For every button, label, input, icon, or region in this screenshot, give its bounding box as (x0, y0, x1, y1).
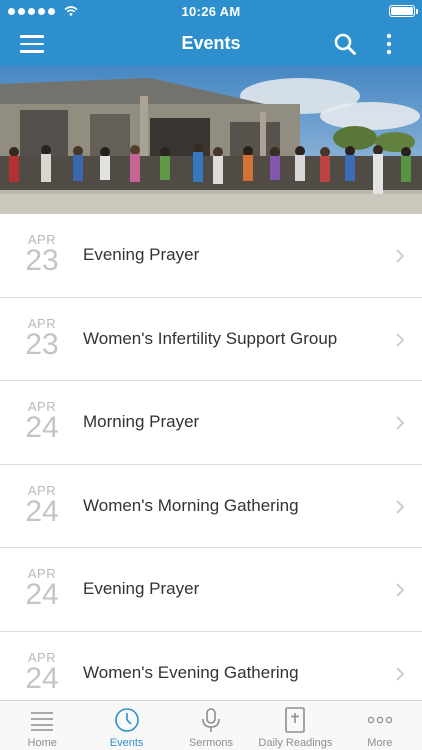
events-list: APR 23 Evening Prayer APR 23 Women's Inf… (0, 214, 422, 700)
tab-label: Daily Readings (258, 737, 333, 749)
clock-icon (114, 708, 139, 732)
event-name: Evening Prayer (83, 579, 200, 598)
event-row[interactable]: APR 23 Evening Prayer (0, 214, 422, 298)
app-header: 10:26 AM Events (0, 0, 422, 66)
status-time: 10:26 AM (181, 4, 241, 19)
tab-bar: Home Events Sermons Daily Readings More (0, 700, 422, 750)
chevron-right-icon (396, 666, 405, 681)
tab-label: More (367, 737, 393, 749)
event-row[interactable]: APR 23 Women's Infertility Support Group (0, 298, 422, 381)
hero-image (0, 66, 422, 214)
event-name: Women's Infertility Support Group (83, 328, 338, 348)
page-title: Events (181, 33, 241, 53)
event-day: 24 (25, 494, 59, 528)
tab-label: Home (27, 737, 57, 749)
event-day: 24 (25, 661, 59, 695)
ellipsis-icon (367, 716, 393, 724)
event-name: Women's Evening Gathering (83, 662, 299, 682)
tab-events[interactable]: Events (84, 701, 168, 750)
tab-home[interactable]: Home (0, 701, 84, 750)
overflow-menu-icon[interactable] (382, 32, 396, 56)
event-name: Women's Morning Gathering (83, 495, 299, 515)
chevron-right-icon (396, 499, 405, 514)
chevron-right-icon (396, 583, 405, 597)
tab-sermons[interactable]: Sermons (169, 701, 253, 750)
tab-label: Events (109, 737, 144, 749)
chevron-right-icon (396, 249, 405, 263)
chevron-right-icon (396, 332, 405, 347)
chevron-right-icon (396, 416, 405, 430)
navigation-bar: Events (0, 22, 422, 66)
tab-label: Sermons (189, 737, 234, 749)
event-day: 24 (25, 411, 59, 444)
church-crowd-photo (0, 66, 422, 214)
event-row[interactable]: APR 24 Women's Evening Gathering (0, 632, 422, 701)
list-icon (31, 712, 54, 731)
event-name: Morning Prayer (83, 412, 200, 431)
tab-more[interactable]: More (338, 701, 422, 750)
event-row[interactable]: APR 24 Women's Morning Gathering (0, 465, 422, 548)
event-row[interactable]: APR 24 Morning Prayer (0, 381, 422, 465)
event-name: Evening Prayer (83, 245, 200, 264)
event-day: 23 (25, 327, 59, 361)
event-row[interactable]: APR 24 Evening Prayer (0, 548, 422, 632)
event-day: 24 (25, 578, 59, 611)
search-icon[interactable] (333, 32, 357, 56)
battery-icon (389, 5, 418, 17)
event-day: 23 (25, 244, 59, 277)
bible-icon (285, 707, 306, 733)
tab-daily-readings[interactable]: Daily Readings (253, 701, 337, 750)
microphone-icon (202, 708, 220, 732)
status-bar: 10:26 AM (0, 0, 422, 22)
